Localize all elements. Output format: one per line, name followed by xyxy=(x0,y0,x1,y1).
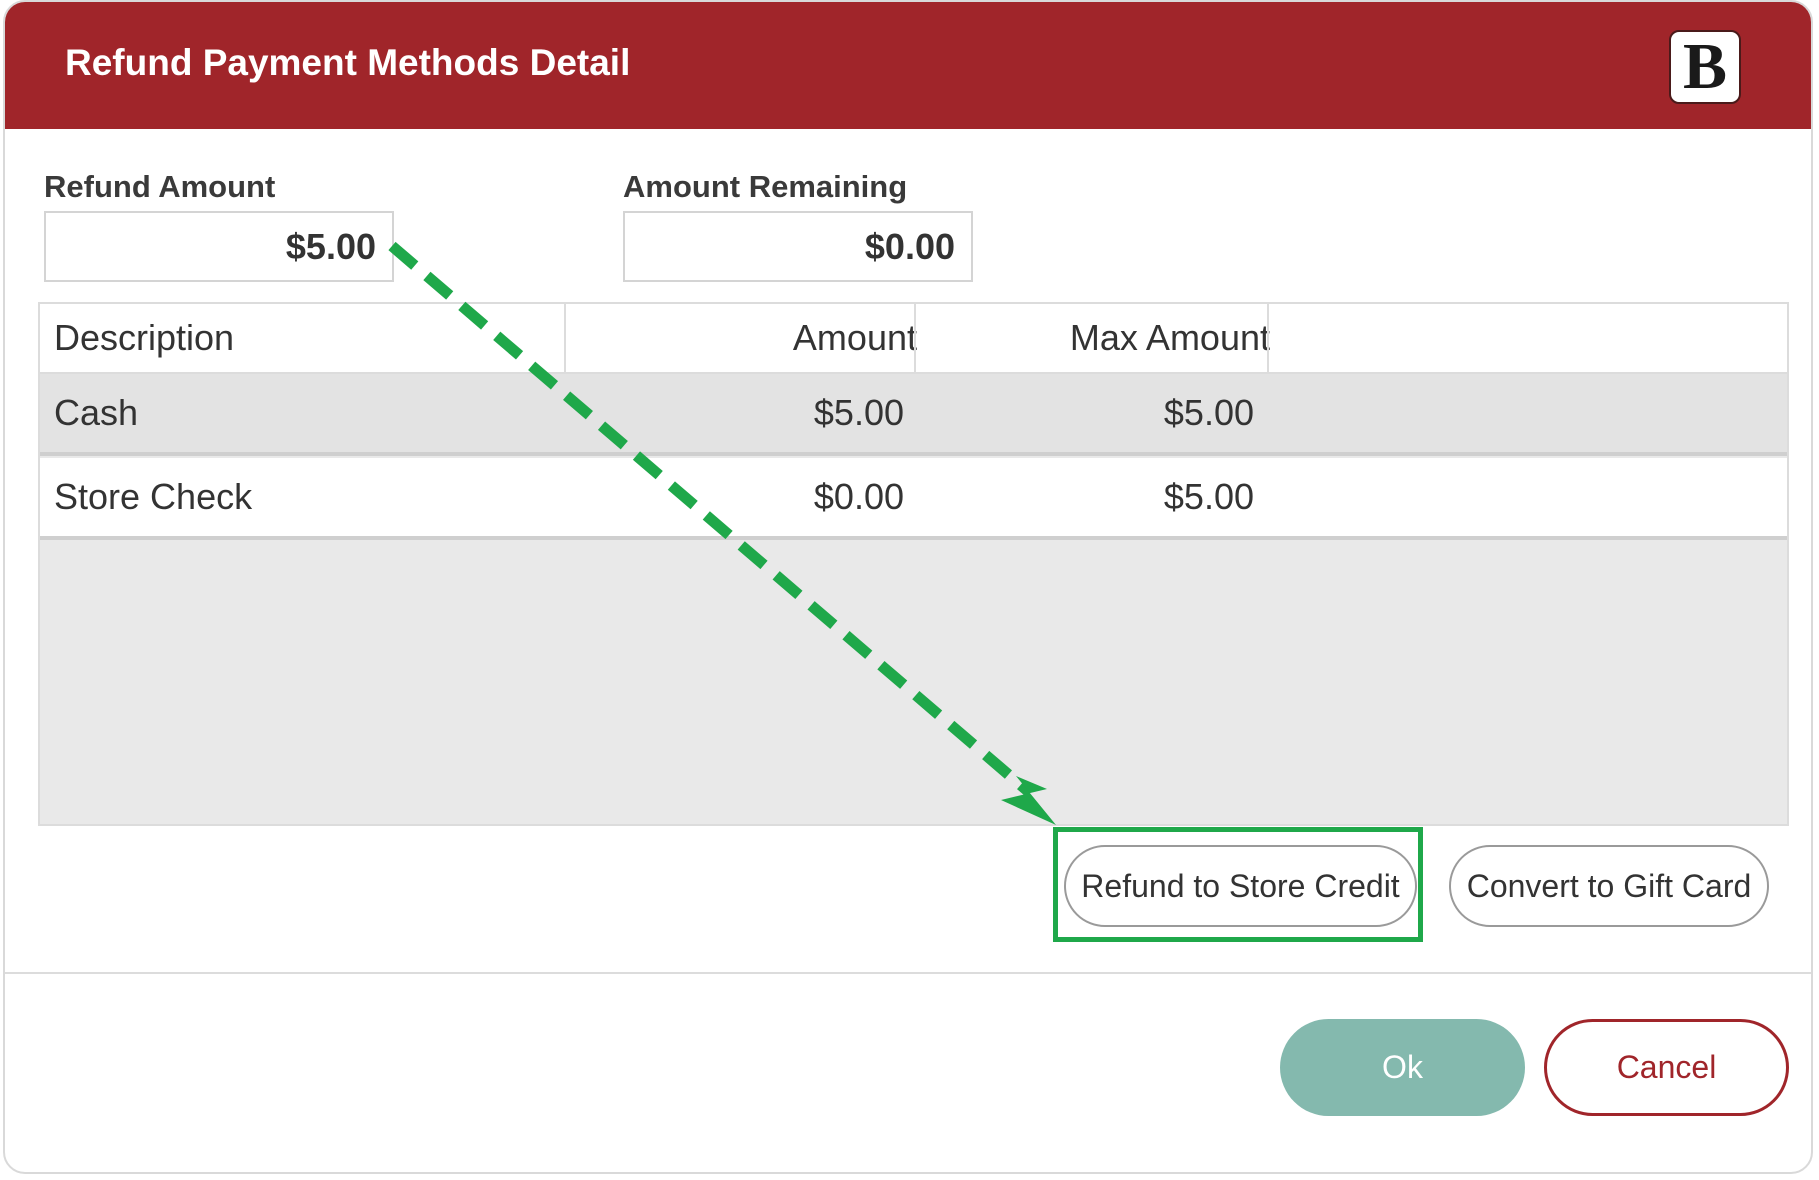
amount-remaining-label: Amount Remaining xyxy=(623,169,908,204)
column-header-amount[interactable]: Amount xyxy=(793,304,917,372)
cell-max-amount: $5.00 xyxy=(1163,476,1254,517)
cell-amount: $0.00 xyxy=(813,476,904,517)
column-header-max-amount[interactable]: Max Amount xyxy=(1070,304,1270,372)
column-divider[interactable] xyxy=(564,304,566,372)
convert-to-gift-card-button[interactable]: Convert to Gift Card xyxy=(1449,845,1769,927)
ok-button[interactable]: Ok xyxy=(1280,1019,1525,1116)
table-row[interactable]: Store Check $0.00 $5.00 xyxy=(40,458,1787,540)
brand-logo-icon: B xyxy=(1669,30,1741,104)
refund-amount-field[interactable]: $5.00 xyxy=(44,211,394,282)
amount-remaining-field[interactable]: $0.00 xyxy=(623,211,973,282)
grid-header: Description Amount Max Amount xyxy=(40,304,1787,374)
table-row[interactable]: Cash $5.00 $5.00 xyxy=(40,374,1787,456)
dialog-title: Refund Payment Methods Detail xyxy=(65,42,631,83)
column-divider[interactable] xyxy=(914,304,916,372)
footer-divider xyxy=(5,972,1811,974)
cell-amount: $5.00 xyxy=(813,392,904,433)
cell-description: Cash xyxy=(54,392,139,433)
cancel-button[interactable]: Cancel xyxy=(1544,1019,1789,1116)
cell-max-amount: $5.00 xyxy=(1163,392,1254,433)
dialog-header: Refund Payment Methods Detail B xyxy=(5,2,1811,129)
annotation-highlight-box xyxy=(1053,827,1423,942)
refund-payment-methods-dialog: Refund Payment Methods Detail B Refund A… xyxy=(3,0,1813,1174)
payment-methods-grid: Description Amount Max Amount Cash $5.00… xyxy=(38,302,1789,826)
column-header-description[interactable]: Description xyxy=(54,304,234,372)
cell-description: Store Check xyxy=(54,476,253,517)
column-divider[interactable] xyxy=(1267,304,1269,372)
refund-amount-label: Refund Amount xyxy=(44,169,276,204)
